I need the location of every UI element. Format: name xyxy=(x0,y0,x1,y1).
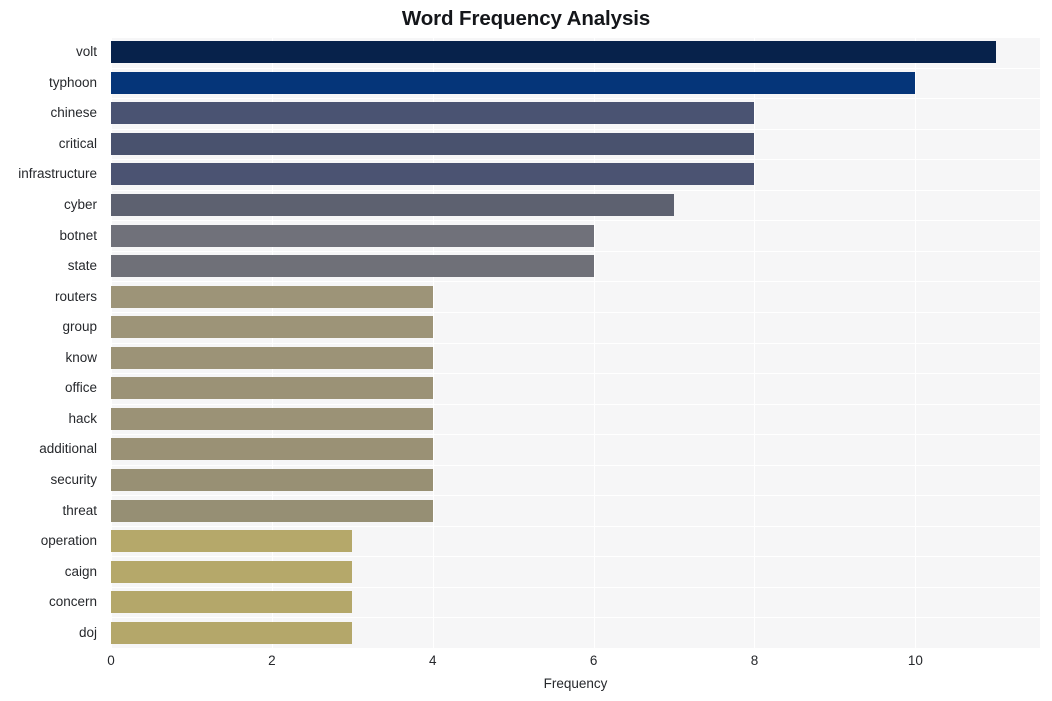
y-axis-tick-label: critical xyxy=(58,135,97,151)
gridline-horizontal xyxy=(111,159,1040,161)
bar-row xyxy=(111,499,1040,522)
y-axis-tick-label: group xyxy=(62,319,97,335)
bar xyxy=(111,163,755,186)
bar xyxy=(111,377,433,400)
plot-area xyxy=(111,37,1040,649)
bar xyxy=(111,499,433,522)
bar-row xyxy=(111,41,1040,64)
bar-row xyxy=(111,530,1040,553)
x-axis-label: Frequency xyxy=(543,676,608,691)
x-axis-tick-label: 4 xyxy=(428,653,437,668)
y-axis-tick-label: concern xyxy=(48,594,97,610)
bar-row xyxy=(111,621,1040,644)
bar xyxy=(111,530,353,553)
bar-row xyxy=(111,316,1040,339)
y-axis-tick-label: routers xyxy=(54,288,97,304)
bar xyxy=(111,132,755,155)
gridline-horizontal xyxy=(111,281,1040,283)
bar xyxy=(111,41,996,64)
y-axis-tick-labels: volt typhoon chinese critical infrastructure… xyxy=(0,37,104,648)
bar-row xyxy=(111,591,1040,614)
bar xyxy=(111,285,433,308)
bar-row xyxy=(111,255,1040,278)
bar-row xyxy=(111,407,1040,430)
gridline-horizontal xyxy=(111,98,1040,100)
x-axis-tick-labels: 0 2 4 6 8 10 xyxy=(107,652,1040,674)
y-axis-tick-label: additional xyxy=(39,441,97,457)
bar-row xyxy=(111,163,1040,186)
bar xyxy=(111,194,675,217)
gridline-horizontal xyxy=(111,525,1040,527)
bar xyxy=(111,591,353,614)
bar xyxy=(111,255,594,278)
gridline-horizontal xyxy=(111,373,1040,375)
gridline-horizontal xyxy=(111,67,1040,69)
y-axis-tick-label: infrastructure xyxy=(18,166,97,182)
bar-row xyxy=(111,377,1040,400)
bar xyxy=(111,71,916,94)
bar-row xyxy=(111,285,1040,308)
x-axis-tick-label: 2 xyxy=(268,653,276,668)
gridline-horizontal xyxy=(111,556,1040,558)
gridline-horizontal xyxy=(111,434,1040,436)
gridline-horizontal xyxy=(111,648,1040,649)
bar xyxy=(111,102,755,125)
gridline-horizontal xyxy=(111,37,1040,38)
y-axis-tick-label: know xyxy=(65,349,97,365)
word-frequency-bar-chart: Word Frequency Analysis volt typhoon chine… xyxy=(0,0,1052,701)
bar-row xyxy=(111,560,1040,583)
gridline-horizontal xyxy=(111,128,1040,130)
y-axis-tick-label: hack xyxy=(68,410,97,426)
gridline-horizontal xyxy=(111,403,1040,405)
gridline-horizontal xyxy=(111,250,1040,252)
chart-title: Word Frequency Analysis xyxy=(401,7,651,30)
bar xyxy=(111,621,353,644)
bar xyxy=(111,224,594,247)
bar-row xyxy=(111,468,1040,491)
bar xyxy=(111,407,433,430)
bar-row xyxy=(111,132,1040,155)
y-axis-tick-label: doj xyxy=(78,624,97,640)
gridline-horizontal xyxy=(111,220,1040,222)
y-axis-tick-label: office xyxy=(64,380,97,396)
y-axis-tick-label: chinese xyxy=(50,105,97,121)
y-axis-tick-label: cyber xyxy=(63,197,97,213)
y-axis-tick-label: volt xyxy=(75,44,97,60)
bar-row xyxy=(111,194,1040,217)
x-axis-tick-label: 6 xyxy=(589,653,598,668)
bar xyxy=(111,468,433,491)
bar xyxy=(111,560,353,583)
gridline-horizontal xyxy=(111,311,1040,313)
y-axis-tick-label: state xyxy=(67,258,97,274)
gridline-horizontal xyxy=(111,342,1040,344)
bar-row xyxy=(111,346,1040,369)
bar xyxy=(111,346,433,369)
x-axis-tick-label: 10 xyxy=(907,653,923,668)
gridline-horizontal xyxy=(111,464,1040,466)
bar-row xyxy=(111,438,1040,461)
bar-row xyxy=(111,224,1040,247)
bar xyxy=(111,438,433,461)
y-axis-tick-label: security xyxy=(50,471,97,487)
gridline-horizontal xyxy=(111,189,1040,191)
y-axis-tick-label: caign xyxy=(64,563,97,579)
y-axis-tick-label: operation xyxy=(40,533,97,549)
x-axis-tick-label: 8 xyxy=(750,653,759,668)
y-axis-tick-label: typhoon xyxy=(48,74,97,90)
gridline-horizontal xyxy=(111,586,1040,588)
gridline-horizontal xyxy=(111,617,1040,619)
bar-row xyxy=(111,102,1040,125)
bar-row xyxy=(111,71,1040,94)
x-axis-tick-label: 0 xyxy=(107,653,115,668)
y-axis-tick-label: botnet xyxy=(59,227,97,243)
y-axis-tick-label: threat xyxy=(62,502,97,518)
bar xyxy=(111,316,433,339)
gridline-horizontal xyxy=(111,495,1040,497)
